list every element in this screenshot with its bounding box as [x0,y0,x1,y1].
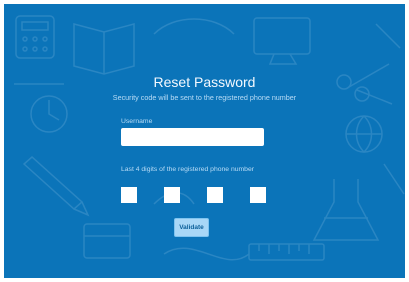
phone-digit-2-input[interactable] [164,187,180,203]
monitor-icon [253,17,311,65]
phone-digit-3-input[interactable] [207,187,223,203]
phone-digit-1-input[interactable] [121,187,137,203]
globe-icon [345,115,383,154]
page-subtitle: Security code will be sent to the regist… [112,93,297,102]
box-icon [83,223,131,259]
calculator-icon [15,15,55,59]
username-input[interactable] [121,128,264,146]
validate-button[interactable]: Validate [174,218,209,237]
book-icon [73,23,135,75]
page-title: Reset Password [153,74,256,90]
reset-password-screen: Reset Password Security code will be sen… [4,4,405,278]
phone-digits-label: Last 4 digits of the registered phone nu… [121,166,255,173]
pencil-icon [22,155,90,217]
phone-digit-4-input[interactable] [250,187,266,203]
ruler-icon [248,243,325,261]
flask-icon [312,179,380,241]
username-label: Username [121,118,153,125]
